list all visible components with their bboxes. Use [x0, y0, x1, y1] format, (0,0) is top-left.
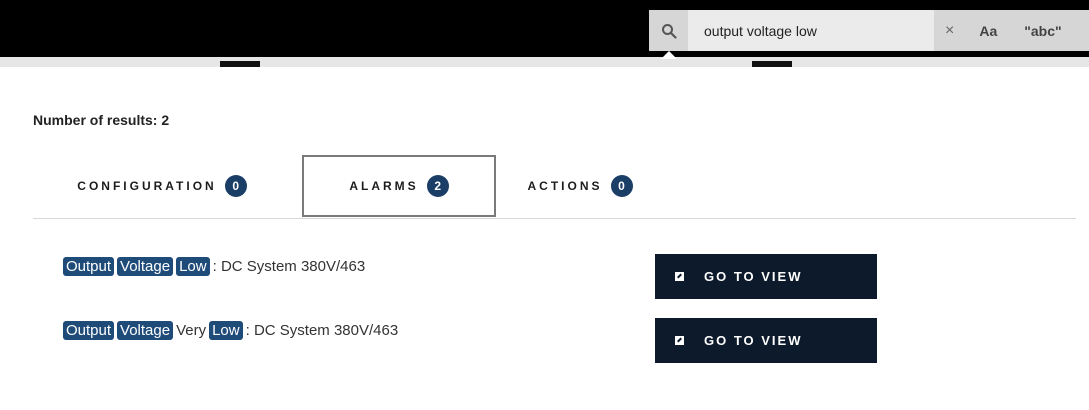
button-label: GO TO VIEW [704, 333, 803, 348]
match-highlight: Voltage [117, 256, 174, 276]
result-description: : DC System 380V/463 [245, 321, 399, 339]
search-input[interactable] [688, 10, 934, 51]
tab-label: CONFIGURATION [77, 179, 217, 193]
toolbar-icon[interactable] [220, 61, 260, 67]
search-bar: × Aa "abc" [649, 10, 1089, 51]
external-link-icon [675, 336, 684, 345]
count-badge: 0 [610, 175, 633, 197]
match-highlight: Output [63, 256, 115, 276]
result-item: Output Voltage Very Low : DC System 380V… [63, 318, 398, 342]
count-badge: 0 [224, 175, 247, 197]
result-item: Output Voltage Low : DC System 380V/463 [63, 254, 365, 278]
external-link-icon [675, 272, 684, 281]
match-highlight: Low [176, 256, 210, 276]
button-label: GO TO VIEW [704, 269, 803, 284]
results-count: Number of results: 2 [33, 112, 170, 128]
match-highlight: Output [63, 320, 115, 340]
result-word: Very [176, 321, 207, 339]
exact-match-toggle[interactable]: "abc" [1024, 23, 1061, 39]
search-options: × Aa "abc" [934, 10, 1089, 51]
go-to-view-button[interactable]: GO TO VIEW [655, 318, 877, 363]
tab-label: ACTIONS [527, 179, 603, 193]
tab-alarms[interactable]: ALARMS 2 [302, 155, 496, 217]
result-description: : DC System 380V/463 [212, 257, 366, 275]
results-tabs: CONFIGURATION 0 ALARMS 2 ACTIONS 0 [33, 155, 1076, 219]
tab-label: ALARMS [349, 179, 419, 193]
tab-actions[interactable]: ACTIONS 0 [496, 155, 664, 217]
match-case-toggle[interactable]: Aa [979, 23, 997, 39]
toolbar-icon[interactable] [752, 61, 792, 67]
go-to-view-button[interactable]: GO TO VIEW [655, 254, 877, 299]
search-icon[interactable] [649, 10, 688, 51]
match-highlight: Voltage [117, 320, 174, 340]
count-badge: 2 [426, 175, 449, 197]
clear-search-button[interactable]: × [945, 22, 954, 40]
sub-toolbar [0, 57, 1089, 67]
match-highlight: Low [209, 320, 243, 340]
tab-configuration[interactable]: CONFIGURATION 0 [33, 155, 291, 217]
dropdown-pointer [661, 51, 677, 59]
